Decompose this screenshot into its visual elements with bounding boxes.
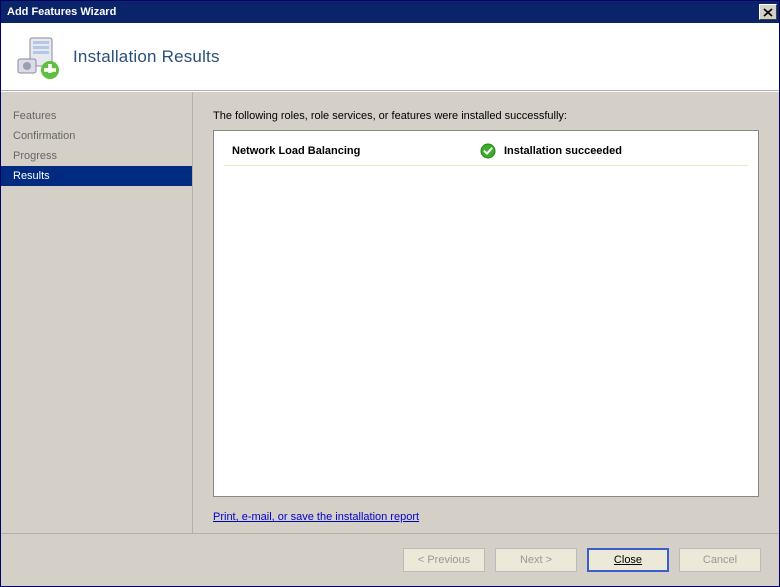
footer: < Previous Next > Close Cancel xyxy=(1,533,779,586)
success-icon xyxy=(480,143,496,159)
sidebar-item-progress[interactable]: Progress xyxy=(1,146,192,166)
server-feature-icon xyxy=(15,35,59,79)
window-title: Add Features Wizard xyxy=(7,6,759,18)
body: Features Confirmation Progress Results T… xyxy=(1,91,779,533)
titlebar: Add Features Wizard xyxy=(1,1,779,23)
sidebar-item-features[interactable]: Features xyxy=(1,106,192,126)
result-row: Network Load Balancing Installation succ… xyxy=(224,139,748,166)
main-panel: The following roles, role services, or f… xyxy=(193,92,779,533)
result-feature-name: Network Load Balancing xyxy=(232,145,472,157)
results-list: Network Load Balancing Installation succ… xyxy=(213,130,759,497)
close-button[interactable]: Close xyxy=(587,548,669,572)
wizard-window: Add Features Wizard Installation R xyxy=(0,0,780,587)
close-accel: C xyxy=(614,554,622,566)
sidebar: Features Confirmation Progress Results xyxy=(1,92,193,533)
previous-button: < Previous xyxy=(403,548,485,572)
next-button: Next > xyxy=(495,548,577,572)
close-button-label-rest: lose xyxy=(622,554,642,566)
report-link[interactable]: Print, e-mail, or save the installation … xyxy=(213,511,759,523)
result-status-text: Installation succeeded xyxy=(504,145,622,157)
cancel-button: Cancel xyxy=(679,548,761,572)
close-icon[interactable] xyxy=(759,4,777,20)
sidebar-item-confirmation[interactable]: Confirmation xyxy=(1,126,192,146)
header: Installation Results xyxy=(1,23,779,91)
sidebar-item-results[interactable]: Results xyxy=(1,166,192,186)
intro-text: The following roles, role services, or f… xyxy=(213,110,759,122)
page-title: Installation Results xyxy=(73,47,220,67)
